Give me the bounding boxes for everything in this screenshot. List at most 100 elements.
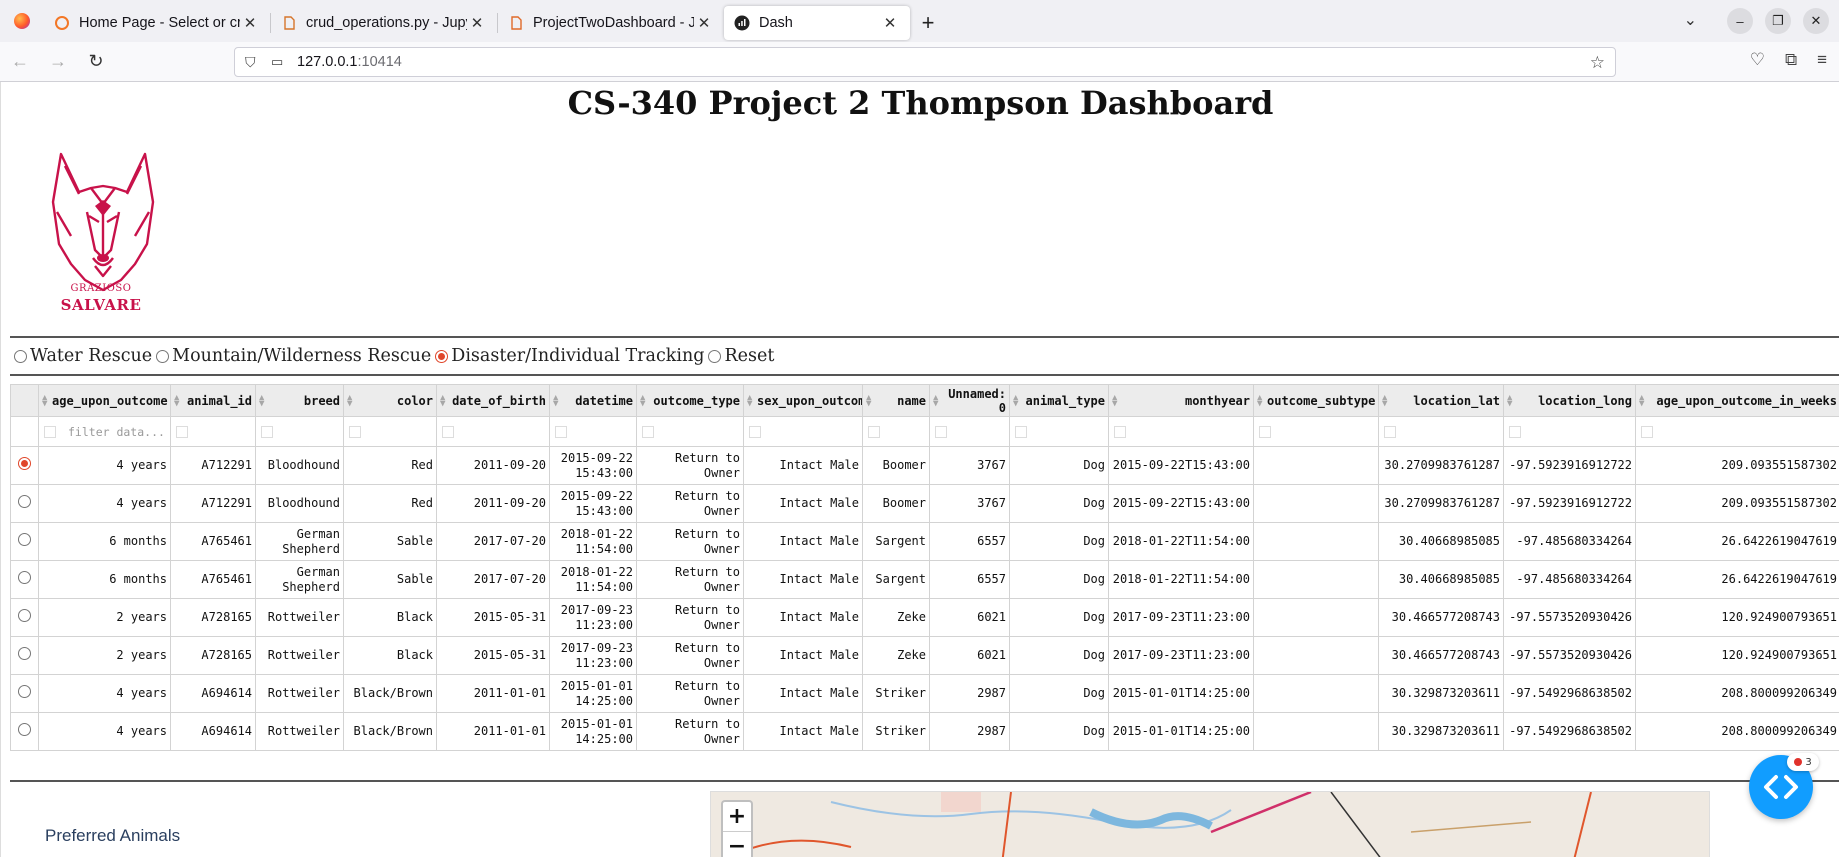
table-cell[interactable]: Black/Brown [343, 674, 437, 713]
table-cell[interactable]: Intact Male [743, 636, 863, 675]
table-cell[interactable]: 209.093551587302 [1635, 446, 1839, 485]
sort-icon[interactable]: ▲ ▼ [42, 394, 47, 409]
sort-icon[interactable]: ▲ ▼ [347, 394, 352, 409]
page-info-icon[interactable]: ▭ [271, 54, 289, 70]
table-cell[interactable]: 2015-05-31 [436, 636, 550, 675]
table-row[interactable]: 4 years A712291 Bloodhound Red 2011-09-20 201… [10, 446, 1839, 485]
table-cell[interactable]: 6557 [929, 560, 1010, 599]
table-cell[interactable]: 30.466577208743 [1378, 598, 1504, 637]
minimize-window-button[interactable]: – [1727, 8, 1753, 34]
column-header[interactable]: ▲ ▼ datetime [549, 384, 637, 417]
table-row[interactable]: 4 years A694614 Rottweiler Black/Brown 2011-… [10, 674, 1839, 713]
column-header[interactable]: ▲ ▼ name [862, 384, 930, 417]
column-filter-input[interactable]: filter data... [38, 416, 171, 447]
case-toggle-icon[interactable] [1259, 426, 1271, 438]
table-cell[interactable]: Dog [1009, 484, 1109, 523]
case-toggle-icon[interactable] [555, 426, 567, 438]
reload-icon[interactable]: ↻ [78, 44, 114, 80]
table-cell[interactable]: 2015-01-01T14:25:00 [1108, 674, 1254, 713]
table-cell[interactable]: Dog [1009, 560, 1109, 599]
table-cell[interactable]: A694614 [170, 674, 256, 713]
column-header[interactable]: ▲ ▼ date_of_birth [436, 384, 550, 417]
table-cell[interactable]: 208.800099206349 [1635, 674, 1839, 713]
table-cell[interactable]: 208.800099206349 [1635, 712, 1839, 751]
column-filter-input[interactable] [1378, 416, 1504, 447]
back-icon[interactable]: ← [2, 44, 38, 80]
table-cell[interactable]: German Shepherd [255, 560, 344, 599]
table-cell[interactable]: 2018-01-22 11:54:00 [549, 560, 637, 599]
table-cell[interactable]: Return to Owner [636, 560, 744, 599]
table-cell[interactable]: Striker [862, 712, 930, 751]
case-toggle-icon[interactable] [868, 426, 880, 438]
table-cell[interactable]: 30.2709983761287 [1378, 484, 1504, 523]
table-cell[interactable]: Zeke [862, 636, 930, 675]
table-cell[interactable]: 2015-05-31 [436, 598, 550, 637]
table-cell[interactable]: 30.2709983761287 [1378, 446, 1504, 485]
table-cell[interactable]: Return to Owner [636, 484, 744, 523]
table-row[interactable]: 6 months A765461 German Shepherd Sable 2017-… [10, 560, 1839, 599]
url-bar[interactable]: ⛉ ▭ 127.0.0.1:10414 ☆ [234, 47, 1616, 77]
table-cell[interactable]: 120.924900793651 [1635, 598, 1839, 637]
sort-icon[interactable]: ▲ ▼ [747, 394, 752, 409]
column-header[interactable]: ▲ ▼ location_long [1503, 384, 1636, 417]
table-cell[interactable]: A765461 [170, 560, 256, 599]
table-cell[interactable]: Sargent [862, 522, 930, 561]
column-filter-input[interactable] [549, 416, 637, 447]
column-filter-input[interactable] [929, 416, 1010, 447]
table-cell[interactable]: 30.329873203611 [1378, 674, 1504, 713]
column-filter-input[interactable] [343, 416, 437, 447]
table-cell[interactable] [1253, 598, 1379, 637]
table-cell[interactable]: 2015-09-22T15:43:00 [1108, 446, 1254, 485]
table-cell[interactable]: Return to Owner [636, 522, 744, 561]
table-cell[interactable]: Intact Male [743, 712, 863, 751]
table-cell[interactable]: Intact Male [743, 674, 863, 713]
sort-icon[interactable]: ▲ ▼ [1112, 394, 1117, 409]
table-cell[interactable]: 2015-01-01 14:25:00 [549, 674, 637, 713]
table-cell[interactable]: -97.5573520930426 [1503, 598, 1636, 637]
list-all-tabs-icon[interactable]: ⌄ [1684, 10, 1697, 30]
case-toggle-icon[interactable] [1015, 426, 1027, 438]
column-filter-input[interactable] [1009, 416, 1109, 447]
case-toggle-icon[interactable] [1509, 426, 1521, 438]
table-cell[interactable]: A712291 [170, 484, 256, 523]
close-tab-icon[interactable]: ✕ [467, 14, 487, 32]
table-row[interactable]: 2 years A728165 Rottweiler Black 2015-05-31 2… [10, 636, 1839, 675]
sort-icon[interactable]: ▲ ▼ [553, 394, 558, 409]
close-window-button[interactable]: ✕ [1803, 8, 1829, 34]
row-select-radio[interactable] [18, 723, 31, 736]
table-cell[interactable]: Dog [1009, 712, 1109, 751]
table-cell[interactable]: 2017-09-23T11:23:00 [1108, 636, 1254, 675]
close-tab-icon[interactable]: ✕ [694, 14, 714, 32]
table-cell[interactable]: 2015-01-01 14:25:00 [549, 712, 637, 751]
table-cell[interactable]: 2011-09-20 [436, 484, 550, 523]
column-filter-input[interactable] [170, 416, 256, 447]
sort-icon[interactable]: ▲ ▼ [440, 394, 445, 409]
table-cell[interactable]: Intact Male [743, 598, 863, 637]
filter-option-mountain-wilderness-rescue[interactable]: Mountain/Wilderness Rescue [156, 346, 431, 366]
table-cell[interactable]: 2987 [929, 674, 1010, 713]
table-cell[interactable]: 209.093551587302 [1635, 484, 1839, 523]
row-select-radio[interactable] [18, 647, 31, 660]
column-filter-input[interactable] [1108, 416, 1254, 447]
table-cell[interactable]: 6021 [929, 598, 1010, 637]
table-cell[interactable]: Intact Male [743, 522, 863, 561]
case-toggle-icon[interactable] [642, 426, 654, 438]
table-cell[interactable]: Sable [343, 560, 437, 599]
table-row[interactable]: 4 years A694614 Rottweiler Black/Brown 2011-… [10, 712, 1839, 751]
table-cell[interactable]: Zeke [862, 598, 930, 637]
table-cell[interactable]: 2018-01-22 11:54:00 [549, 522, 637, 561]
shield-icon[interactable]: ⛉ [245, 54, 263, 71]
radio-button[interactable] [708, 349, 722, 363]
case-toggle-icon[interactable] [935, 426, 947, 438]
table-cell[interactable]: -97.5923916912722 [1503, 446, 1636, 485]
browser-tab[interactable]: crud_operations.py - Jupy ✕ [271, 6, 497, 40]
table-cell[interactable]: A765461 [170, 522, 256, 561]
table-cell[interactable]: 6 months [38, 522, 171, 561]
table-cell[interactable]: -97.5923916912722 [1503, 484, 1636, 523]
table-cell[interactable]: Rottweiler [255, 712, 344, 751]
table-cell[interactable]: Rottweiler [255, 636, 344, 675]
table-row[interactable]: 2 years A728165 Rottweiler Black 2015-05-31 2… [10, 598, 1839, 637]
column-header[interactable]: ▲ ▼ color [343, 384, 437, 417]
table-cell[interactable]: -97.5492968638502 [1503, 674, 1636, 713]
sort-icon[interactable]: ▲ ▼ [174, 394, 179, 409]
